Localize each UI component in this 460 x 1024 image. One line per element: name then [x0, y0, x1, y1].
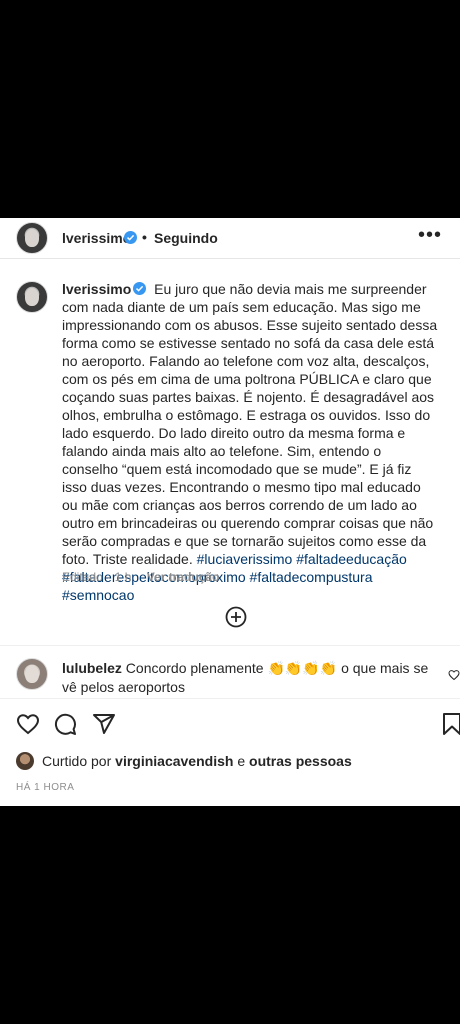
following-button[interactable]: Seguindo [154, 230, 218, 246]
post-header: lverissimo • Seguindo ••• [0, 218, 460, 259]
separator-dot: • [142, 229, 147, 245]
post-username[interactable]: lverissimo [62, 230, 131, 246]
liked-by-prefix: Curtido por [42, 753, 112, 769]
more-options-icon[interactable]: ••• [418, 224, 442, 247]
verified-badge-icon [124, 231, 137, 244]
see-translation-link[interactable]: Ver tradução [147, 570, 220, 584]
caption-text: Eu juro que não devia mais me surpreende… [62, 281, 438, 567]
caption-avatar[interactable] [16, 281, 48, 313]
share-icon[interactable] [92, 712, 116, 736]
edited-label: Editado [62, 570, 103, 584]
caption: lverissimo Eu juro que não devia mais me… [62, 280, 440, 604]
caption-meta: Editado · 1 h Ver tradução [62, 570, 219, 584]
liker-avatar [16, 752, 34, 770]
post-age: 1 h [114, 570, 132, 584]
comment-text: Concordo plenamente [125, 660, 264, 676]
meta-separator: · [106, 570, 111, 584]
post-timestamp: HÁ 1 HORA [16, 782, 75, 793]
avatar[interactable] [16, 222, 48, 254]
clapping-emojis: 👏👏👏👏 [267, 660, 338, 676]
save-icon[interactable] [440, 712, 460, 736]
instagram-post: lverissimo • Seguindo ••• lverissimo Eu … [0, 218, 460, 806]
verified-badge-icon [133, 282, 147, 295]
comment-icon[interactable] [53, 712, 77, 736]
comment-username[interactable]: lulubelez [62, 660, 122, 676]
load-more-comments-icon[interactable] [225, 606, 247, 628]
divider [0, 698, 460, 699]
caption-username[interactable]: lverissimo [62, 281, 131, 297]
liker-username[interactable]: virginiacavendish [115, 753, 233, 769]
likes-summary[interactable]: Curtido por virginiacavendish e outras p… [16, 752, 352, 770]
liked-by-connector: e [237, 753, 246, 769]
comment: lulubelez Concordo plenamente 👏👏👏👏 o que… [62, 659, 432, 697]
like-icon[interactable] [16, 712, 40, 736]
comment-avatar[interactable] [16, 658, 48, 690]
divider [0, 645, 460, 646]
others-link[interactable]: outras pessoas [249, 753, 352, 769]
comment-like-icon[interactable] [448, 669, 460, 681]
